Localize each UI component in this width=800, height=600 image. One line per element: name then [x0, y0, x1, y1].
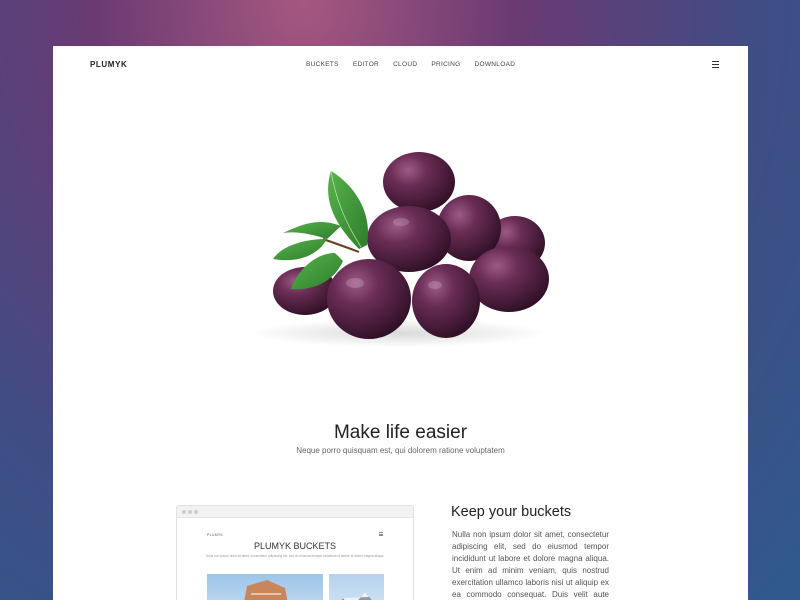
nav-menu: BUCKETS EDITOR CLOUD PRICING DOWNLOAD [306, 61, 515, 68]
hero-headline: Make life easier [333, 422, 468, 443]
window-dot-icon [194, 510, 198, 514]
top-navigation: PLUMYK BUCKETS EDITOR CLOUD PRICING DOWN… [53, 46, 748, 84]
nav-link-cloud[interactable]: CLOUD [393, 61, 417, 68]
mockup-logo: PLUMYK [207, 533, 224, 537]
nav-link-buckets[interactable]: BUCKETS [306, 61, 339, 68]
hero-subline: Neque porro quisquam est, qui dolorem ra… [296, 446, 505, 455]
nav-link-download[interactable]: DOWNLOAD [475, 61, 516, 68]
window-dot-icon [182, 510, 186, 514]
hero-image-plums [248, 152, 549, 347]
feature-title: Keep your buckets [451, 504, 572, 520]
mockup-building-photo [207, 574, 323, 600]
mockup-mountain-photo [329, 574, 384, 600]
feature-text: Nulla non ipsum dolor sit amet, consecte… [452, 530, 609, 599]
logo[interactable]: PLUMYK [90, 60, 127, 69]
mockup-subtitle: Nulla non ipsum dolor sit amet, consecte… [205, 554, 385, 558]
nav-link-editor[interactable]: EDITOR [353, 61, 379, 68]
nav-link-pricing[interactable]: PRICING [431, 61, 460, 68]
window-dot-icon [188, 510, 192, 514]
browser-bar [177, 506, 413, 518]
mockup-title: PLUMYK BUCKETS [253, 541, 337, 551]
mockup-hamburger-icon [379, 532, 383, 536]
landing-page: PLUMYK BUCKETS EDITOR CLOUD PRICING DOWN… [53, 46, 748, 600]
buckets-screenshot-mockup: PLUMYK PLUMYK BUCKETS Nulla non ipsum do… [176, 505, 414, 600]
hamburger-menu-icon[interactable] [712, 61, 719, 69]
